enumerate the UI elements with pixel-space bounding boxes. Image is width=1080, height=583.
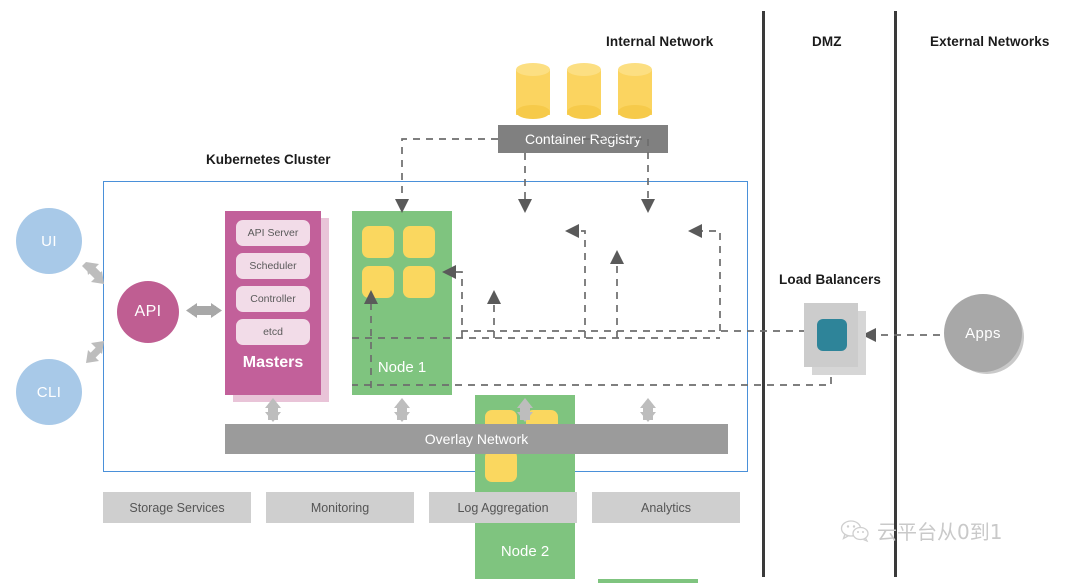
node-box-n[interactable]: Node n (598, 579, 698, 583)
zone-label-dmz: DMZ (812, 34, 842, 49)
master-component-label: etcd (263, 326, 283, 338)
divider-dmz-external (894, 11, 897, 577)
service-box-storage-services[interactable]: Storage Services (103, 492, 251, 523)
load-balancer-group[interactable] (800, 303, 866, 383)
registry-cylinder (567, 63, 601, 121)
node-label-2: Node 2 (500, 543, 550, 560)
zone-label-external-networks: External Networks (930, 34, 1050, 49)
overlay-network-bar[interactable]: Overlay Network (225, 424, 728, 454)
pod[interactable] (403, 266, 435, 298)
registry-cylinder (618, 63, 652, 121)
service-label: Analytics (640, 500, 692, 515)
client-cli-circle[interactable]: CLI (16, 359, 82, 425)
client-ui-label: UI (41, 232, 57, 250)
pod[interactable] (362, 226, 394, 258)
pod[interactable] (362, 266, 394, 298)
apps-circle[interactable]: Apps (944, 294, 1022, 372)
masters-caption: Masters (242, 354, 304, 371)
diagram-canvas: Internal Network DMZ External Networks C… (0, 0, 1080, 583)
watermark-text: 云平台从0到1 (877, 520, 1003, 544)
overlay-network-label: Overlay Network (424, 431, 529, 447)
pod[interactable] (485, 450, 517, 482)
load-balancer-core-icon (817, 319, 847, 351)
masters-box[interactable]: API Server Scheduler Controller etcd Mas… (225, 211, 321, 395)
service-label: Storage Services (129, 500, 225, 515)
service-box-log-aggregation[interactable]: Log Aggregation (429, 492, 577, 523)
master-component-label: Controller (250, 293, 296, 305)
node-box-2[interactable]: Node 2 (475, 395, 575, 579)
apps-label: Apps (965, 324, 1001, 342)
registry-cylinders (516, 63, 652, 123)
container-registry-box[interactable]: Container Registry (498, 125, 668, 153)
service-box-monitoring[interactable]: Monitoring (266, 492, 414, 523)
zone-label-internal-network: Internal Network (606, 34, 714, 49)
load-balancers-label: Load Balancers (779, 272, 881, 287)
master-component-etcd[interactable]: etcd (236, 319, 310, 345)
master-component-api-server[interactable]: API Server (236, 220, 310, 246)
divider-internal-dmz (762, 11, 765, 577)
node-label-1: Node 1 (377, 359, 427, 376)
watermark: 云平台从0到1 (840, 516, 1002, 545)
master-component-controller[interactable]: Controller (236, 286, 310, 312)
master-component-label: Scheduler (249, 260, 297, 272)
node-box-1[interactable]: Node 1 (352, 211, 452, 395)
registry-cylinder (516, 63, 550, 121)
api-circle[interactable]: API (117, 281, 179, 343)
container-registry-label: Container Registry (525, 131, 641, 147)
pod[interactable] (403, 226, 435, 258)
master-component-scheduler[interactable]: Scheduler (236, 253, 310, 279)
kubernetes-cluster-title: Kubernetes Cluster (206, 152, 331, 167)
service-box-analytics[interactable]: Analytics (592, 492, 740, 523)
master-component-label: API Server (247, 227, 299, 239)
service-label: Log Aggregation (457, 500, 549, 515)
service-label: Monitoring (310, 500, 370, 515)
client-cli-label: CLI (36, 383, 62, 401)
client-ui-circle[interactable]: UI (16, 208, 82, 274)
wechat-icon (840, 519, 869, 542)
api-label: API (134, 303, 162, 320)
